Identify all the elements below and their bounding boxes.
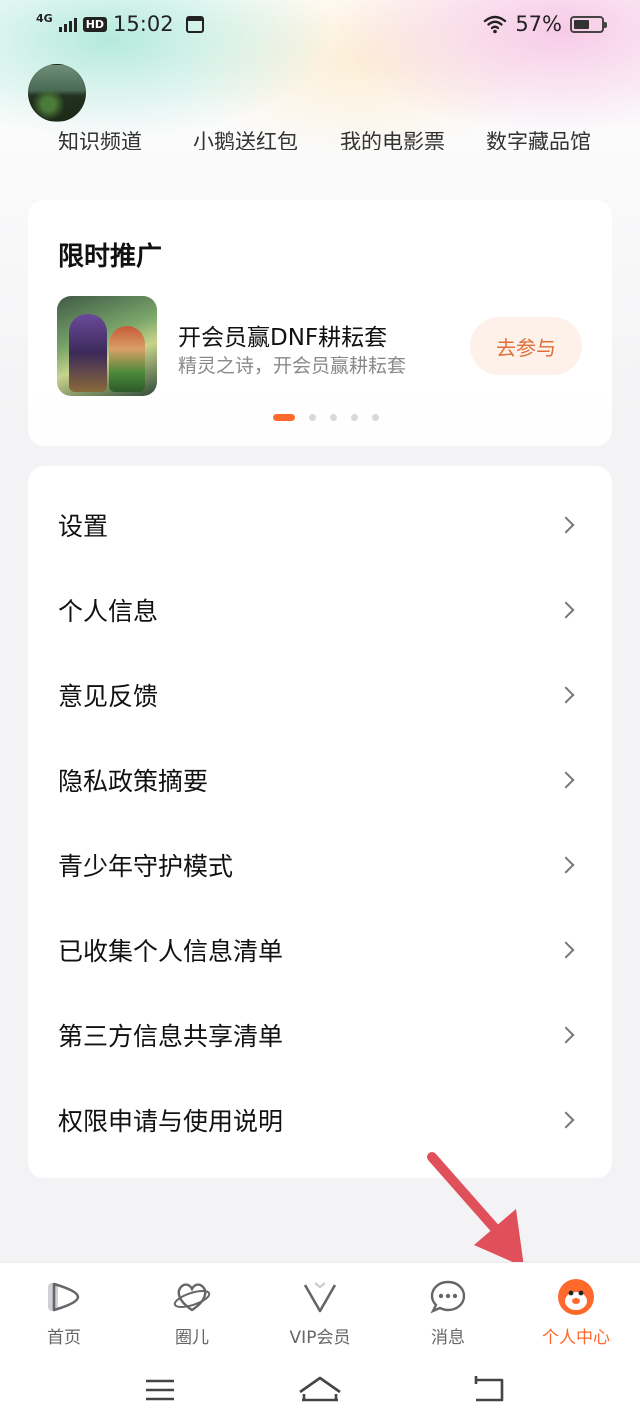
chevron-right-icon [557, 941, 575, 958]
chevron-right-icon [557, 771, 575, 788]
promo-title: 限时推广 [58, 242, 163, 272]
menu-item-collected-info[interactable]: 已收集个人信息清单 [28, 907, 612, 992]
menu-item-label: 已收集个人信息清单 [58, 936, 284, 966]
menu-item-third-party-sharing[interactable]: 第三方信息共享清单 [28, 992, 612, 1077]
system-nav-bar [0, 1352, 640, 1427]
bottom-tab-bar: 首页 圈儿 VIP会员 消息 个人中心 [0, 1262, 640, 1352]
chevron-right-icon [557, 686, 575, 703]
tab-label: 圈儿 [175, 1328, 209, 1348]
status-bar: 4G HD 15:02 57% [0, 0, 640, 50]
back-icon[interactable] [458, 1370, 518, 1410]
user-avatar[interactable] [28, 64, 86, 122]
menu-icon[interactable] [130, 1370, 190, 1410]
promo-item-desc: 精灵之诗，开会员赢耕耘套 [178, 355, 407, 377]
chevron-right-icon [557, 856, 575, 873]
tab-label: VIP会员 [289, 1328, 351, 1348]
home-icon[interactable] [290, 1370, 350, 1410]
carousel-dot[interactable] [330, 414, 337, 421]
quick-links-row: 知识频道 小鹅送红包 我的电影票 数字藏品馆 [0, 120, 640, 150]
circle-icon [173, 1283, 211, 1312]
menu-item-personal-info[interactable]: 个人信息 [28, 567, 612, 652]
battery-percent: 57% [515, 12, 562, 36]
network-type: 4G [36, 11, 53, 25]
menu-item-label: 意见反馈 [58, 681, 159, 711]
home-play-icon [48, 1282, 80, 1312]
menu-item-label: 第三方信息共享清单 [58, 1021, 284, 1051]
menu-item-label: 隐私政策摘要 [58, 766, 209, 796]
calendar-icon [185, 15, 204, 33]
carousel-dot-active[interactable] [273, 414, 295, 421]
carousel-dot[interactable] [372, 414, 379, 421]
tab-circle[interactable]: 圈儿 [128, 1263, 256, 1353]
chevron-right-icon [557, 516, 575, 533]
carousel-dots [273, 414, 379, 421]
status-time: 15:02 [113, 12, 174, 36]
tab-label: 个人中心 [542, 1328, 610, 1348]
chevron-right-icon [557, 1026, 575, 1043]
menu-item-privacy-summary[interactable]: 隐私政策摘要 [28, 737, 612, 822]
tab-label: 首页 [47, 1328, 81, 1348]
chevron-right-icon [557, 1111, 575, 1128]
menu-item-label: 设置 [58, 511, 109, 541]
chevron-right-icon [557, 601, 575, 618]
carousel-dot[interactable] [309, 414, 316, 421]
quick-link-red-packet[interactable]: 小鹅送红包 [193, 126, 298, 150]
quick-link-knowledge[interactable]: 知识频道 [58, 126, 142, 150]
settings-menu: 设置 个人信息 意见反馈 隐私政策摘要 青少年守护模式 已收集个人信息清单 第三… [28, 466, 612, 1178]
carousel-dot[interactable] [351, 414, 358, 421]
wifi-icon [484, 15, 507, 34]
menu-item-label: 权限申请与使用说明 [58, 1106, 284, 1136]
tab-home[interactable]: 首页 [0, 1263, 128, 1353]
menu-item-feedback[interactable]: 意见反馈 [28, 652, 612, 737]
hd-badge: HD [82, 16, 108, 32]
signal-icon [58, 16, 77, 32]
menu-item-label: 青少年守护模式 [58, 851, 234, 881]
quick-link-movie-tickets[interactable]: 我的电影票 [340, 126, 445, 150]
menu-item-youth-mode[interactable]: 青少年守护模式 [28, 822, 612, 907]
vip-icon [303, 1282, 337, 1313]
tab-label: 消息 [431, 1328, 465, 1348]
annotation-arrow [427, 1152, 524, 1267]
tab-messages[interactable]: 消息 [384, 1263, 512, 1353]
profile-icon [558, 1279, 594, 1315]
battery-icon [570, 15, 607, 33]
message-icon [430, 1280, 466, 1314]
promo-card: 限时推广 开会员赢DNF耕耘套 精灵之诗，开会员赢耕耘套 去参与 [28, 200, 612, 446]
quick-link-digital-collectibles[interactable]: 数字藏品馆 [486, 126, 591, 150]
menu-item-settings[interactable]: 设置 [28, 482, 612, 567]
tab-profile[interactable]: 个人中心 [512, 1263, 640, 1353]
promo-item-name[interactable]: 开会员赢DNF耕耘套 [178, 318, 387, 352]
tab-vip[interactable]: VIP会员 [256, 1263, 384, 1353]
menu-item-label: 个人信息 [58, 596, 159, 626]
join-button[interactable]: 去参与 [470, 317, 582, 375]
promo-thumbnail[interactable] [57, 296, 157, 396]
